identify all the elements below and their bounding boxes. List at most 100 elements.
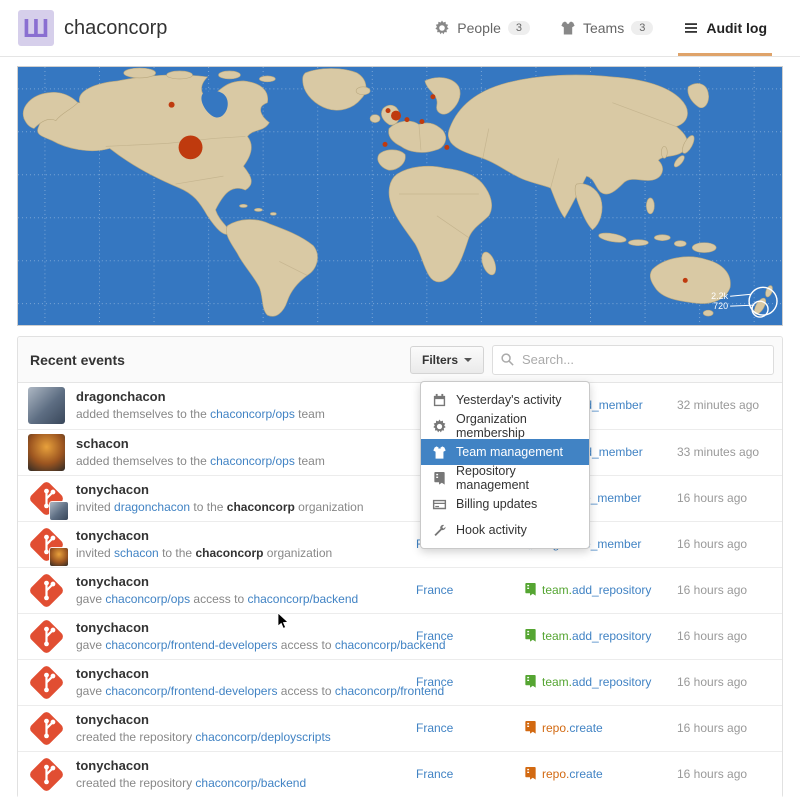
description-text: gave — [76, 638, 105, 652]
filters-button-label: Filters — [422, 353, 458, 367]
description-link[interactable]: dragonchacon — [114, 500, 190, 514]
org-header: Ш chaconcorp People3Teams3Audit log — [0, 0, 800, 57]
event-location-link[interactable]: France — [416, 629, 453, 643]
description-text: added themselves to the — [76, 407, 210, 421]
events-toolbar: Recent events Filters — [18, 337, 782, 383]
description-link[interactable]: chaconcorp/deployscripts — [195, 730, 330, 744]
event-type-text[interactable]: repo. — [542, 767, 569, 781]
organization-icon — [432, 419, 447, 434]
event-row: tonychaconinvited schacon to the chaconc… — [18, 521, 782, 567]
event-row: tonychacongave chaconcorp/ops access to … — [18, 567, 782, 613]
event-timestamp: 16 hours ago — [677, 629, 747, 643]
event-type-text[interactable]: add_repository — [572, 583, 651, 597]
actor-avatar-git[interactable] — [28, 664, 65, 701]
description-link[interactable]: chaconcorp/backend — [195, 776, 306, 790]
event-timestamp: 16 hours ago — [677, 721, 747, 735]
event-row: tonychaconcreated the repository chaconc… — [18, 751, 782, 797]
description-link[interactable]: chaconcorp/frontend-developers — [105, 684, 277, 698]
repo-icon — [523, 766, 538, 781]
description-org-name: chaconcorp — [195, 546, 263, 560]
description-link[interactable]: schacon — [114, 546, 159, 560]
description-text: access to — [190, 592, 247, 606]
event-timestamp: 33 minutes ago — [677, 445, 759, 459]
event-row: tonychacongave chaconcorp/frontend-devel… — [18, 659, 782, 705]
event-type-text[interactable]: create — [569, 721, 602, 735]
menu-item-billing-updates[interactable]: Billing updates — [421, 491, 589, 517]
event-type: team.add_repository — [523, 674, 651, 689]
activity-dot — [419, 119, 424, 124]
event-type-text[interactable]: create — [569, 767, 602, 781]
event-type-text[interactable]: repo. — [542, 721, 569, 735]
search-input[interactable] — [492, 345, 774, 375]
event-row: schaconadded themselves to the chaconcor… — [18, 429, 782, 475]
actor-avatar-git[interactable] — [28, 710, 65, 747]
actor-avatar-git[interactable] — [28, 618, 65, 655]
menu-item-team-management[interactable]: Team management — [421, 439, 589, 465]
org-tabs: People3Teams3Audit log — [419, 0, 782, 56]
activity-dot — [386, 108, 391, 113]
description-link[interactable]: chaconcorp/ops — [210, 407, 295, 421]
event-type-text[interactable]: team. — [542, 629, 572, 643]
event-type: team.add_repository — [523, 582, 651, 597]
description-link[interactable]: chaconcorp/frontend-developers — [105, 638, 277, 652]
event-location-link[interactable]: France — [416, 721, 453, 735]
event-timestamp: 16 hours ago — [677, 675, 747, 689]
description-text: team — [295, 407, 325, 421]
repo-icon — [523, 582, 538, 597]
actor-avatar-photo[interactable] — [28, 434, 65, 471]
git-logo-avatar — [28, 664, 65, 701]
description-link[interactable]: chaconcorp/ops — [105, 592, 190, 606]
filters-button[interactable]: Filters — [410, 346, 484, 374]
description-link[interactable]: chaconcorp/backend — [247, 592, 358, 606]
menu-item-label: Organization membership — [456, 412, 578, 440]
tab-teams[interactable]: Teams3 — [545, 0, 668, 56]
git-logo-avatar — [28, 572, 65, 609]
event-location-link[interactable]: France — [416, 675, 453, 689]
menu-item-label: Yesterday's activity — [456, 393, 561, 407]
menu-item-label: Hook activity — [456, 523, 527, 537]
menu-item-label: Repository management — [456, 464, 578, 492]
event-type-text[interactable]: team. — [542, 583, 572, 597]
menu-item-label: Team management — [456, 445, 563, 459]
menu-item-repository-management[interactable]: Repository management — [421, 465, 589, 491]
actor-avatar-git[interactable] — [28, 756, 65, 793]
actor-avatar-photo[interactable] — [28, 387, 65, 424]
description-link[interactable]: chaconcorp/ops — [210, 454, 295, 468]
actor-avatar-git[interactable] — [28, 572, 65, 609]
repo-icon — [523, 720, 538, 735]
calendar-icon — [432, 393, 447, 408]
event-row: dragonchaconadded themselves to the chac… — [18, 383, 782, 429]
search-icon — [500, 352, 515, 367]
git-logo-avatar — [28, 618, 65, 655]
event-location-link[interactable]: France — [416, 767, 453, 781]
repo-icon — [523, 674, 538, 689]
world-activity-map[interactable]: 2.2k720 — [17, 66, 783, 326]
actor-avatar-git[interactable] — [28, 480, 65, 517]
organization-icon — [434, 20, 450, 36]
tab-people[interactable]: People3 — [419, 0, 545, 56]
event-type-text[interactable]: add_repository — [572, 629, 651, 643]
description-text: gave — [76, 684, 105, 698]
tab-audit-log[interactable]: Audit log — [668, 0, 782, 56]
event-type: team.add_repository — [523, 628, 651, 643]
activity-dot — [179, 135, 203, 159]
panel-title: Recent events — [30, 352, 125, 368]
description-text: to the — [159, 546, 196, 560]
event-row: tonychaconcreated the repository chaconc… — [18, 705, 782, 751]
description-text: created the repository — [76, 730, 195, 744]
event-timestamp: 32 minutes ago — [677, 398, 759, 412]
recent-events-panel: Recent events Filters dragonchaconadded … — [17, 336, 783, 797]
git-logo-avatar — [28, 710, 65, 747]
jersey-icon — [432, 445, 447, 460]
org-avatar[interactable]: Ш — [18, 10, 54, 46]
description-org-name: chaconcorp — [227, 500, 295, 514]
description-text: to the — [190, 500, 227, 514]
event-type-text[interactable]: team. — [542, 675, 572, 689]
menu-item-yesterday-s-activity[interactable]: Yesterday's activity — [421, 387, 589, 413]
actor-avatar-git[interactable] — [28, 526, 65, 563]
event-location-link[interactable]: France — [416, 583, 453, 597]
event-type-text[interactable]: add_repository — [572, 675, 651, 689]
menu-item-hook-activity[interactable]: Hook activity — [421, 517, 589, 543]
search-box — [492, 345, 774, 375]
menu-item-organization-membership[interactable]: Organization membership — [421, 413, 589, 439]
